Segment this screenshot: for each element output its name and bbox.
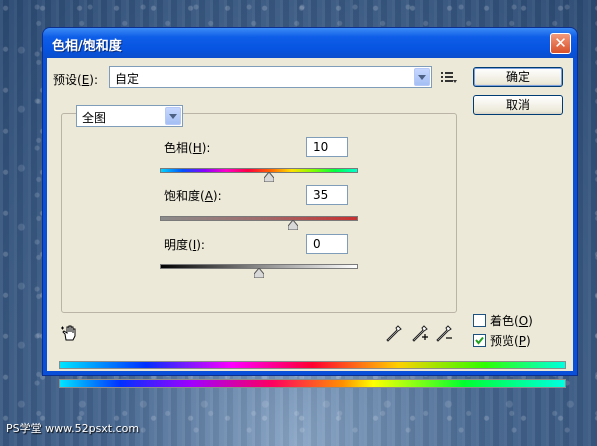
checkmark-icon (475, 336, 484, 345)
lightness-label: 明度(I): (164, 238, 205, 252)
close-button[interactable]: ✕ (550, 33, 571, 54)
preview-checkbox[interactable] (473, 334, 486, 347)
saturation-input[interactable]: 35 (306, 185, 348, 205)
preset-select[interactable]: 自定 (109, 66, 432, 88)
hue-slider-track[interactable] (160, 168, 358, 173)
hue-saturation-dialog: 色相/饱和度 ✕ 预设(E): 自定 确定 取消 全图 色相(H): 10 饱和… (43, 28, 577, 388)
saturation-label: 饱和度(A): (164, 189, 222, 203)
channel-select[interactable]: 全图 (76, 105, 183, 127)
saturation-slider-track[interactable] (160, 216, 358, 221)
colorize-checkbox[interactable] (473, 314, 486, 327)
title-bar[interactable]: 色相/饱和度 ✕ (43, 28, 577, 58)
close-icon: ✕ (554, 34, 567, 52)
eyedropper-icon[interactable] (386, 325, 402, 343)
window-title: 色相/饱和度 (52, 39, 122, 54)
colorize-label: 着色(O) (490, 314, 533, 328)
eyedropper-minus-icon[interactable] (436, 325, 452, 343)
preview-label: 预览(P) (490, 334, 531, 348)
eyedropper-plus-icon[interactable] (412, 325, 428, 343)
preview-option[interactable]: 预览(P) (473, 332, 531, 349)
preset-menu-icon[interactable] (441, 71, 457, 83)
dialog-client-area: 预设(E): 自定 确定 取消 全图 色相(H): 10 饱和度(A): 35 (47, 58, 573, 388)
hue-input[interactable]: 10 (306, 137, 348, 157)
colorize-option[interactable]: 着色(O) (473, 312, 533, 329)
hue-slider-thumb[interactable] (263, 172, 274, 182)
input-color-bar (59, 361, 566, 369)
lightness-slider-thumb[interactable] (254, 268, 264, 278)
targeted-adjust-hand-icon[interactable] (61, 324, 79, 342)
cancel-button[interactable]: 取消 (473, 95, 563, 115)
adjustment-group (61, 113, 457, 313)
watermark: PS学堂 www.52psxt.com (6, 422, 140, 435)
saturation-slider-thumb[interactable] (287, 220, 298, 230)
output-color-bar (59, 379, 566, 388)
preset-label: 预设(E): (53, 73, 99, 87)
preset-value: 自定 (115, 72, 140, 86)
chevron-down-icon[interactable] (414, 68, 430, 86)
chevron-down-icon[interactable] (165, 107, 181, 125)
ok-button[interactable]: 确定 (473, 67, 563, 87)
hue-label: 色相(H): (164, 141, 211, 155)
channel-value: 全图 (82, 111, 107, 125)
lightness-input[interactable]: 0 (306, 234, 348, 254)
